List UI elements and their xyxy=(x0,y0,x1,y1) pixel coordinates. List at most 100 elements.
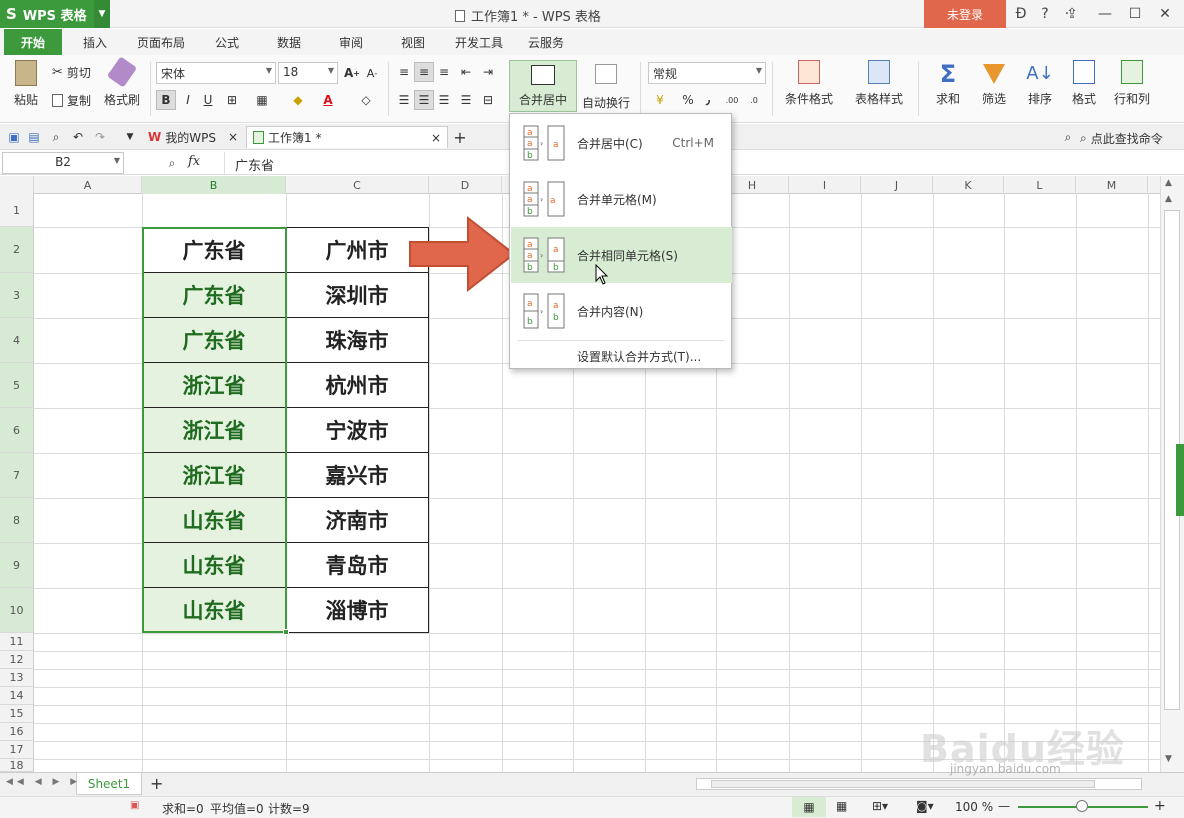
row-header-16[interactable]: 16 xyxy=(0,723,34,741)
zoom-in-icon[interactable]: + xyxy=(1154,798,1166,814)
tab-page-layout[interactable]: 页面布局 xyxy=(128,29,194,55)
clear-format-icon[interactable]: ◇ xyxy=(356,90,376,110)
paste-button[interactable]: 粘贴 xyxy=(8,60,44,108)
row-header-3[interactable]: 3 xyxy=(0,273,34,318)
tab-view[interactable]: 视图 xyxy=(388,29,438,55)
copy-button[interactable]: 复制 xyxy=(52,92,91,109)
save-icon[interactable]: ▣ xyxy=(4,127,24,147)
table-style-button[interactable]: 表格样式 xyxy=(846,60,912,107)
merge-center-button[interactable]: 合并居中 xyxy=(509,60,577,112)
cell-city[interactable]: 青岛市 xyxy=(286,543,429,588)
login-button[interactable]: 未登录 xyxy=(924,0,1006,28)
column-header-i[interactable]: I xyxy=(789,176,861,194)
tab-home[interactable]: 开始 xyxy=(4,29,62,55)
column-header-m[interactable]: M xyxy=(1076,176,1148,194)
menu-item-merge-center[interactable]: aab › a 合并居中(C) Ctrl+M xyxy=(511,115,732,171)
name-box[interactable]: B2 ▼ xyxy=(2,152,124,174)
column-header-d[interactable]: D xyxy=(429,176,502,194)
zoom-slider-thumb[interactable] xyxy=(1076,800,1088,812)
close-icon[interactable]: × xyxy=(431,131,441,145)
font-name-select[interactable]: 宋体 ▼ xyxy=(156,62,276,84)
cell-city[interactable]: 杭州市 xyxy=(286,363,429,408)
reading-mode-icon[interactable]: ◙▾ xyxy=(916,799,934,813)
row-header-4[interactable]: 4 xyxy=(0,318,34,363)
increase-font-icon[interactable]: A + xyxy=(342,63,362,83)
border-icon[interactable]: ⊞ xyxy=(222,90,242,110)
row-header-2[interactable]: 2 xyxy=(0,227,34,273)
font-color-icon[interactable]: A xyxy=(318,90,338,110)
fx-icon[interactable]: fx xyxy=(188,154,200,169)
row-header-9[interactable]: 9 xyxy=(0,543,34,588)
app-menu-button[interactable]: S WPS 表格 ▼ xyxy=(0,0,110,28)
tab-review[interactable]: 审阅 xyxy=(326,29,376,55)
horizontal-scroll-thumb[interactable] xyxy=(711,780,1095,788)
row-header-12[interactable]: 12 xyxy=(0,651,34,669)
cell-city[interactable]: 珠海市 xyxy=(286,318,429,363)
row-header-8[interactable]: 8 xyxy=(0,498,34,543)
percent-button[interactable]: % xyxy=(678,90,698,110)
align-middle-icon[interactable]: ≡ xyxy=(414,62,434,82)
zoom-formula-icon[interactable]: ⌕ xyxy=(162,153,182,173)
cell-city[interactable]: 嘉兴市 xyxy=(286,453,429,498)
column-header-c[interactable]: C xyxy=(286,176,429,194)
cut-button[interactable]: ✂ 剪切 xyxy=(52,64,91,81)
add-tab-icon[interactable]: + xyxy=(450,127,470,147)
page-break-view-icon[interactable]: ⊞▾ xyxy=(872,799,888,813)
command-search[interactable]: ⌕ 点此查找命令 xyxy=(1080,130,1163,147)
tab-developer[interactable]: 开发工具 xyxy=(446,29,512,55)
format-button[interactable]: 格式 xyxy=(1062,60,1106,107)
sum-button[interactable]: Σ 求和 xyxy=(926,60,970,107)
undo-icon[interactable]: ↶ xyxy=(68,127,88,147)
format-painter-button[interactable]: 格式刷 xyxy=(102,56,142,108)
cell-city[interactable]: 宁波市 xyxy=(286,408,429,453)
row-header-1[interactable]: 1 xyxy=(0,194,34,227)
vertical-scrollbar[interactable]: ▲ ▲ ▼ xyxy=(1160,176,1184,772)
scroll-up-icon[interactable]: ▲ xyxy=(1165,194,1172,204)
chevron-down-icon[interactable]: ▼ xyxy=(120,127,140,147)
fill-handle[interactable] xyxy=(283,629,289,635)
distribute-icon[interactable]: ⊟ xyxy=(478,90,498,110)
comma-button[interactable]: ٫ xyxy=(698,90,718,110)
cell-city[interactable]: 济南市 xyxy=(286,498,429,543)
column-header-a[interactable]: A xyxy=(34,176,142,194)
filter-button[interactable]: 筛选 xyxy=(972,60,1016,107)
sort-button[interactable]: A↓ 排序 xyxy=(1018,60,1062,107)
print-preview-icon[interactable]: ⌕ xyxy=(46,127,66,147)
align-right-icon[interactable]: ☰ xyxy=(434,90,454,110)
align-top-icon[interactable]: ≡ xyxy=(394,62,414,82)
italic-button[interactable]: I xyxy=(178,90,198,110)
conditional-format-button[interactable]: 条件格式 xyxy=(776,60,842,107)
menu-item-merge-content[interactable]: ab › ab 合并内容(N) xyxy=(511,283,732,339)
row-header-18[interactable]: 18 xyxy=(0,759,34,772)
close-icon[interactable]: × xyxy=(228,130,238,144)
horizontal-scrollbar[interactable] xyxy=(696,778,1142,790)
menu-item-set-default[interactable]: 设置默认合并方式(T)... xyxy=(511,344,732,368)
column-header-b[interactable]: B xyxy=(142,176,286,194)
fill-color-icon[interactable]: ◆ xyxy=(288,90,308,110)
align-center-icon[interactable]: ☰ xyxy=(414,90,434,110)
menu-item-merge-cells[interactable]: aab › a 合并单元格(M) xyxy=(511,171,732,227)
maximize-button[interactable]: ☐ xyxy=(1120,0,1150,28)
cell-city[interactable]: 淄博市 xyxy=(286,588,429,633)
minimize-button[interactable]: — xyxy=(1090,0,1120,28)
scroll-down-icon[interactable]: ▼ xyxy=(1165,754,1172,764)
tab-data[interactable]: 数据 xyxy=(264,29,314,55)
menu-item-merge-same-cells[interactable]: aab › ab 合并相同单元格(S) xyxy=(511,227,732,283)
tab-formula[interactable]: 公式 xyxy=(202,29,252,55)
increase-decimal-icon[interactable]: .00 xyxy=(722,90,742,110)
tab-workbook[interactable]: 工作簿1 * × xyxy=(246,126,448,148)
decrease-decimal-icon[interactable]: .0 xyxy=(744,90,764,110)
bold-button[interactable]: B xyxy=(156,90,176,110)
cell-style-icon[interactable]: ▦ xyxy=(252,90,272,110)
indent-decrease-icon[interactable]: ⇤ xyxy=(456,62,476,82)
column-header-j[interactable]: J xyxy=(861,176,933,194)
print-icon[interactable]: ▤ xyxy=(24,127,44,147)
underline-button[interactable]: U xyxy=(198,90,218,110)
normal-view-icon[interactable]: ▦ xyxy=(792,797,826,817)
tab-insert[interactable]: 插入 xyxy=(70,29,120,55)
wrap-text-button[interactable]: 自动换行 xyxy=(580,60,632,111)
tab-cloud[interactable]: 云服务 xyxy=(518,29,574,55)
tab-my-wps[interactable]: W 我的WPS × xyxy=(142,126,244,148)
sheet-tab-sheet1[interactable]: Sheet1 xyxy=(76,773,142,795)
rows-cols-button[interactable]: 行和列 xyxy=(1106,60,1158,107)
